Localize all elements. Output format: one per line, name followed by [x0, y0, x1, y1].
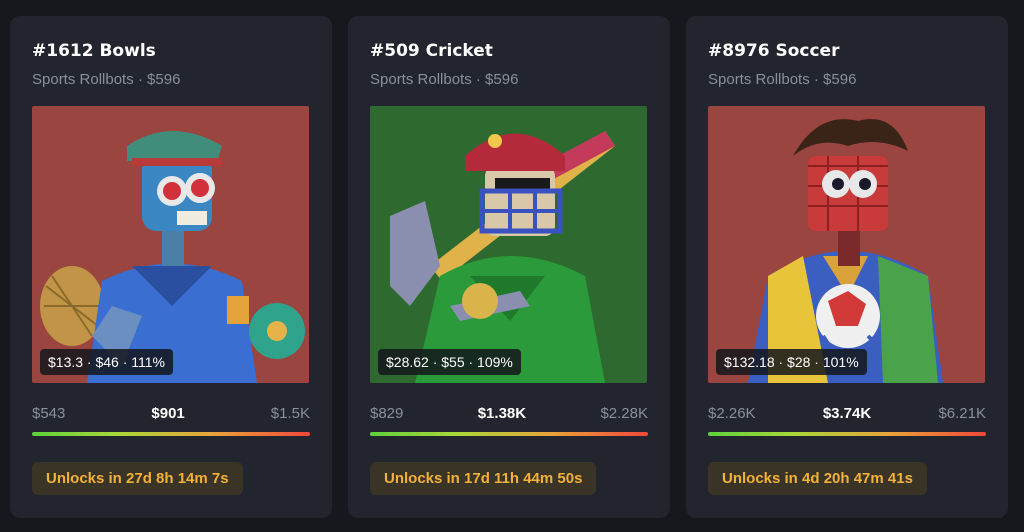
card-title[interactable]: #8976 Soccer: [708, 40, 986, 62]
card-subtitle: Sports Rollbots · $596: [370, 71, 519, 88]
price-range: $829 $1.38K $2.28K: [370, 403, 648, 423]
nft-card-bowls[interactable]: #1612 Bowls Sports Rollbots · $596 $13.3…: [10, 16, 332, 518]
card-artwork[interactable]: $13.3 · $46 · 111%: [32, 106, 309, 383]
robot-soccer-art-icon: [748, 119, 943, 383]
range-low: $543: [32, 404, 66, 422]
range-mid: $1.38K: [477, 404, 527, 422]
range-high: $2.28K: [600, 404, 648, 422]
range-mid: $901: [151, 404, 185, 422]
range-high: $6.21K: [938, 404, 986, 422]
robot-bowls-art-icon: [40, 131, 305, 383]
stats-badge: $13.3 · $46 · 111%: [40, 349, 174, 375]
card-title[interactable]: #1612 Bowls: [32, 40, 310, 62]
nft-card-cricket[interactable]: #509 Cricket Sports Rollbots · $596 $28.…: [348, 16, 670, 518]
range-low: $2.26K: [708, 404, 756, 422]
card-subtitle: Sports Rollbots · $596: [32, 71, 181, 88]
card-title[interactable]: #509 Cricket: [370, 40, 648, 62]
card-subtitle: Sports Rollbots · $596: [708, 71, 857, 88]
price-range: $543 $901 $1.5K: [32, 403, 310, 423]
unlock-timer-badge: Unlocks in 4d 20h 47m 41s: [708, 462, 927, 495]
range-gradient-bar: [708, 432, 986, 436]
nft-card-grid: #1612 Bowls Sports Rollbots · $596 $13.3…: [0, 0, 1024, 532]
unlock-timer-badge: Unlocks in 27d 8h 14m 7s: [32, 462, 243, 495]
price-range: $2.26K $3.74K $6.21K: [708, 403, 986, 423]
range-gradient-bar: [32, 432, 310, 436]
range-high: $1.5K: [270, 404, 310, 422]
unlock-timer-badge: Unlocks in 17d 11h 44m 50s: [370, 462, 597, 495]
stats-badge: $132.18 · $28 · 101%: [716, 349, 867, 375]
range-low: $829: [370, 404, 404, 422]
range-gradient-bar: [370, 432, 648, 436]
range-mid: $3.74K: [822, 404, 872, 422]
card-artwork[interactable]: $28.62 · $55 · 109%: [370, 106, 647, 383]
card-artwork[interactable]: $132.18 · $28 · 101%: [708, 106, 985, 383]
stats-badge: $28.62 · $55 · 109%: [378, 349, 521, 375]
nft-card-soccer[interactable]: #8976 Soccer Sports Rollbots · $596 $132…: [686, 16, 1008, 518]
robot-cricket-art-icon: [390, 131, 615, 383]
